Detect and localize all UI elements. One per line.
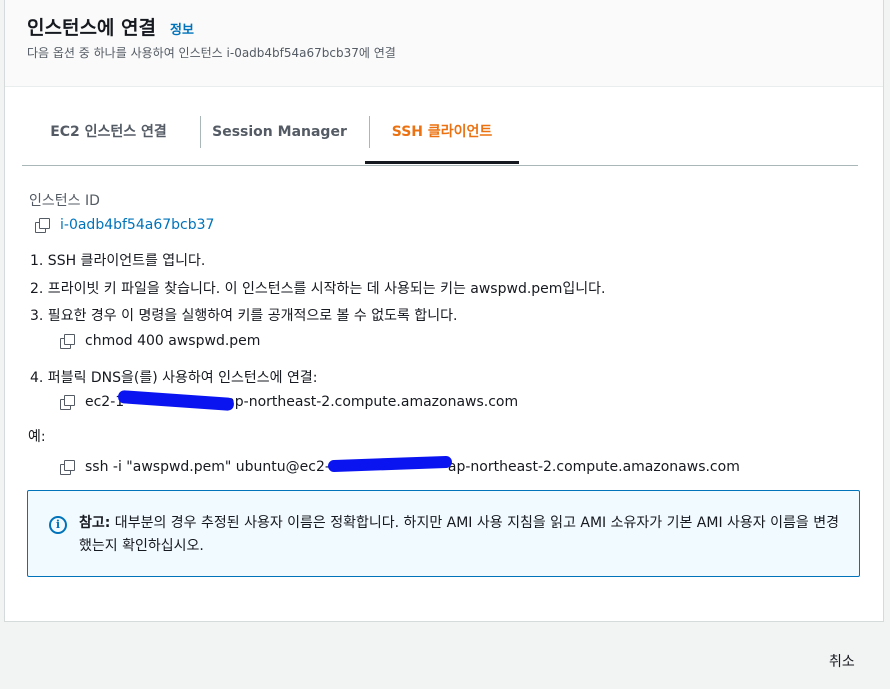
tab-ec2-instance-connect[interactable]: EC2 인스턴스 연결	[22, 114, 195, 164]
info-link[interactable]: 정보	[170, 19, 194, 38]
step-1: 1. SSH 클라이언트를 엽니다.	[30, 253, 206, 269]
page-title: 인스턴스에 연결	[27, 17, 156, 39]
title-row: 인스턴스에 연결 정보	[27, 13, 194, 40]
info-icon: i	[49, 516, 67, 534]
chmod-command-row: chmod 400 awspwd.pem	[59, 333, 260, 349]
copy-icon[interactable]	[59, 333, 75, 349]
instance-id-value[interactable]: i-0adb4bf54a67bcb37	[60, 217, 214, 233]
chmod-command: chmod 400 awspwd.pem	[85, 333, 261, 349]
tab-bar: EC2 인스턴스 연결 Session Manager SSH 클라이언트	[22, 114, 858, 166]
ssh-suffix: ap-northeast-2.compute.amazonaws.com	[447, 459, 740, 475]
info-notice: i 참고: 대부분의 경우 추정된 사용자 이름은 정확합니다. 하지만 AMI…	[27, 490, 860, 577]
step-4: 4. 퍼블릭 DNS을(를) 사용하여 인스턴스에 연결:	[30, 370, 318, 386]
tab-ssh-client[interactable]: SSH 클라이언트	[365, 114, 519, 164]
redacted-region	[327, 455, 453, 473]
copy-icon[interactable]	[59, 394, 75, 410]
dns-suffix: ap-northeast-2.compute.amazonaws.com	[226, 394, 519, 410]
notice-title: 참고:	[79, 515, 111, 531]
page-subtitle: 다음 옵션 중 하나를 사용하여 인스턴스 i-0adb4bf54a67bcb3…	[27, 46, 396, 60]
dns-command-row: ec2-1 ap-northeast-2.compute.amazonaws.c…	[59, 389, 519, 412]
tab-session-manager[interactable]: Session Manager	[197, 114, 362, 164]
panel-header: 인스턴스에 연결 정보 다음 옵션 중 하나를 사용하여 인스턴스 i-0adb…	[5, 0, 883, 87]
copy-icon[interactable]	[34, 217, 50, 233]
notice-text: 참고: 대부분의 경우 추정된 사용자 이름은 정확합니다. 하지만 AMI 사…	[79, 512, 849, 558]
redacted-region	[117, 389, 235, 412]
step-3: 3. 필요한 경우 이 명령을 실행하여 키를 공개적으로 볼 수 없도록 합니…	[30, 308, 458, 324]
instance-id-row: i-0adb4bf54a67bcb37	[34, 217, 214, 233]
ssh-prefix: ssh -i "awspwd.pem" ubuntu@ec2-	[85, 459, 330, 475]
notice-body: 대부분의 경우 추정된 사용자 이름은 정확합니다. 하지만 AMI 사용 지침…	[79, 515, 839, 554]
ssh-command-row: ssh -i "awspwd.pem" ubuntu@ec2- ap-north…	[59, 455, 740, 475]
step-2: 2. 프라이빗 키 파일을 찾습니다. 이 인스턴스를 시작하는 데 사용되는 …	[30, 281, 606, 297]
copy-icon[interactable]	[59, 459, 75, 475]
cancel-button[interactable]: 취소	[829, 651, 855, 671]
example-label: 예:	[28, 429, 46, 445]
instance-id-label: 인스턴스 ID	[29, 193, 100, 209]
